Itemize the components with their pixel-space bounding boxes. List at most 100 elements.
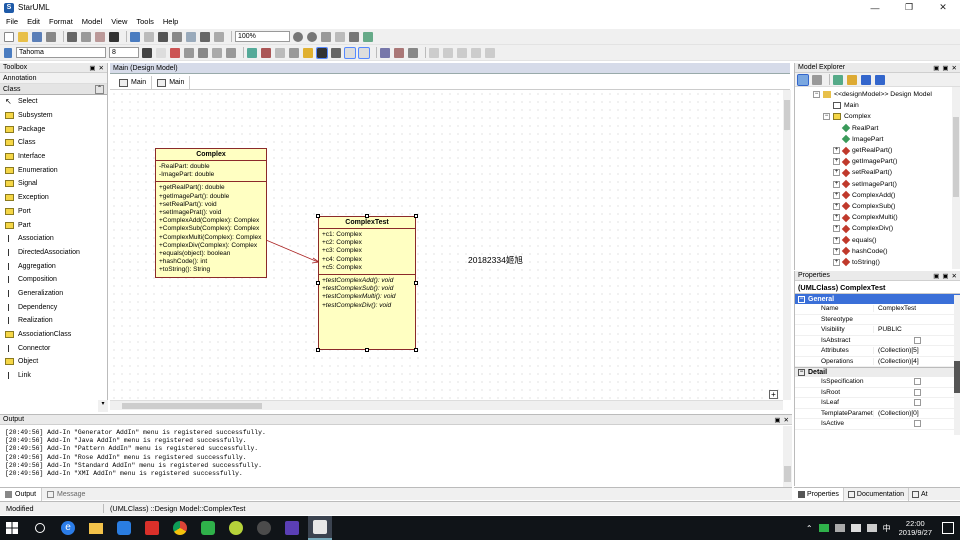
toolbox-item-directedassociation[interactable]: DirectedAssociation — [0, 246, 107, 260]
property-checkbox[interactable] — [914, 378, 921, 386]
wechat-app[interactable] — [196, 516, 220, 540]
chrome-app[interactable] — [168, 516, 192, 540]
toolbox-item-select[interactable]: ↖ Select — [0, 95, 107, 109]
class-member[interactable]: -ImagePart: double — [159, 171, 263, 179]
menu-view[interactable]: View — [111, 17, 127, 26]
tab-attachments[interactable]: At — [909, 488, 931, 501]
tab-main-2[interactable]: Main — [152, 76, 191, 89]
explorer-tree-item[interactable]: + setRealPart() — [795, 167, 960, 178]
scroll-thumb[interactable] — [784, 466, 791, 482]
sort-name-icon[interactable] — [812, 74, 822, 85]
toolbox-item-enumeration[interactable]: Enumeration — [0, 163, 107, 177]
tray-chevron-icon[interactable]: ⌃ — [806, 524, 813, 533]
expand-icon[interactable]: + — [833, 258, 840, 266]
resize-handle[interactable] — [316, 348, 320, 352]
explorer-tree-item[interactable]: + ComplexDiv() — [795, 223, 960, 234]
menu-edit[interactable]: Edit — [27, 17, 40, 26]
show-stereotype-icon[interactable] — [289, 47, 299, 58]
toolbox-item-aggregation[interactable]: Aggregation — [0, 259, 107, 273]
property-row[interactable]: Visibility PUBLIC — [795, 325, 960, 336]
explorer-tree-item[interactable]: + ComplexMulti() — [795, 212, 960, 223]
app-yellow[interactable] — [224, 516, 248, 540]
explorer-tree-item[interactable]: + getImagePart() — [795, 156, 960, 167]
font-color-icon[interactable] — [142, 47, 152, 58]
network-icon[interactable] — [850, 524, 861, 532]
align-top-icon[interactable] — [429, 47, 439, 58]
select-all-icon[interactable] — [172, 31, 182, 42]
expand-icon[interactable]: + — [833, 214, 840, 222]
property-row[interactable]: IsAbstract — [795, 336, 960, 346]
explorer-tree-item[interactable]: + setImagePart() — [795, 179, 960, 190]
pin-icon[interactable]: ▣ — [89, 64, 95, 72]
diagram-canvas[interactable]: Complex -RealPart: double -ImagePart: dou… — [110, 90, 783, 400]
explorer-tree-item[interactable]: + ComplexSub() — [795, 201, 960, 212]
align-left-icon[interactable] — [344, 46, 356, 59]
properties-scrollbar[interactable] — [954, 295, 960, 435]
property-checkbox[interactable] — [914, 336, 921, 344]
class-member[interactable]: +c4: Complex — [322, 256, 412, 264]
close-icon[interactable]: ✕ — [952, 64, 957, 72]
copy-icon[interactable] — [81, 31, 91, 42]
diagram-note-text[interactable]: 20182334姬旭 — [468, 254, 523, 266]
fullscreen-icon[interactable] — [349, 31, 359, 42]
explorer-tree-item[interactable]: − <<designModel>> Design Model — [795, 89, 960, 100]
format-icon[interactable] — [184, 47, 194, 58]
class-complex[interactable]: Complex -RealPart: double -ImagePart: dou… — [155, 148, 267, 278]
volume-icon[interactable] — [866, 524, 877, 532]
class-member[interactable]: +hashCode(): int — [159, 258, 263, 266]
auto-resize-icon[interactable] — [212, 47, 222, 58]
explorer-scrollbar[interactable] — [952, 87, 960, 269]
diagram-vertical-scrollbar[interactable] — [783, 90, 791, 400]
font-size-select[interactable]: 8 — [109, 47, 139, 58]
pin-icon[interactable]: ▣ — [942, 272, 948, 280]
class-member[interactable]: +c2: Complex — [322, 239, 412, 247]
tab-main-1[interactable]: Main — [114, 76, 153, 89]
property-row[interactable]: Attributes (Collection)[5] — [795, 346, 960, 357]
toolbox-item-composition[interactable]: Composition — [0, 273, 107, 287]
toolbox-item-signal[interactable]: Signal — [0, 177, 107, 191]
property-row[interactable]: IsRoot — [795, 388, 960, 398]
explorer-tree-item[interactable]: +RealPart — [795, 123, 960, 134]
move-up-icon[interactable] — [861, 74, 871, 85]
toolbox-item-realization[interactable]: Realization — [0, 314, 107, 328]
scroll-thumb[interactable] — [954, 361, 960, 393]
save-icon[interactable] — [32, 31, 42, 42]
wechat-tray-icon[interactable] — [818, 524, 829, 532]
toolbox-item-dependency[interactable]: Dependency — [0, 300, 107, 314]
class-member[interactable]: +c1: Complex — [322, 231, 412, 239]
staruml-app[interactable] — [308, 516, 332, 540]
toolbox-item-port[interactable]: Port — [0, 205, 107, 219]
diagram-options-icon[interactable] — [363, 31, 373, 42]
property-checkbox[interactable] — [914, 388, 921, 396]
collapse-icon[interactable]: − — [798, 369, 805, 376]
property-row[interactable]: Stereotype — [795, 315, 960, 325]
tab-documentation[interactable]: Documentation — [844, 487, 909, 501]
property-row[interactable]: IsLeaf — [795, 398, 960, 409]
property-value[interactable]: PUBLIC — [873, 326, 902, 334]
resize-handle[interactable] — [316, 281, 320, 285]
close-icon[interactable]: ✕ — [784, 416, 789, 424]
toolbox-item-link[interactable]: Link — [0, 369, 107, 383]
move-down-icon[interactable] — [875, 74, 885, 85]
properties-section-detail[interactable]: − Detail — [795, 367, 960, 377]
class-member[interactable]: +c3: Complex — [322, 247, 412, 255]
close-icon[interactable]: ✕ — [99, 64, 104, 72]
maximize-button[interactable]: ❐ — [892, 0, 926, 15]
close-button[interactable]: ✕ — [926, 0, 960, 15]
sort-type-icon[interactable] — [797, 73, 809, 86]
toolbox-item-exception[interactable]: Exception — [0, 191, 107, 205]
expand-icon[interactable]: + — [833, 202, 840, 210]
group-icon[interactable] — [408, 47, 418, 58]
property-row[interactable]: IsActive — [795, 419, 960, 430]
resize-handle[interactable] — [316, 214, 320, 218]
property-row[interactable]: Operations (Collection)[4] — [795, 357, 960, 367]
resize-handle[interactable] — [365, 348, 369, 352]
explorer-tree-item[interactable]: + equals() — [795, 234, 960, 245]
find-icon[interactable] — [158, 31, 168, 42]
collapse-icon[interactable]: ⌃ — [95, 84, 104, 94]
property-value[interactable]: (Collection)[4] — [873, 357, 919, 365]
expand-icon[interactable]: + — [833, 247, 840, 255]
resize-handle[interactable] — [414, 281, 418, 285]
menu-model[interactable]: Model — [82, 17, 102, 26]
class-member[interactable]: +ComplexDiv(Complex): Complex — [159, 242, 263, 250]
